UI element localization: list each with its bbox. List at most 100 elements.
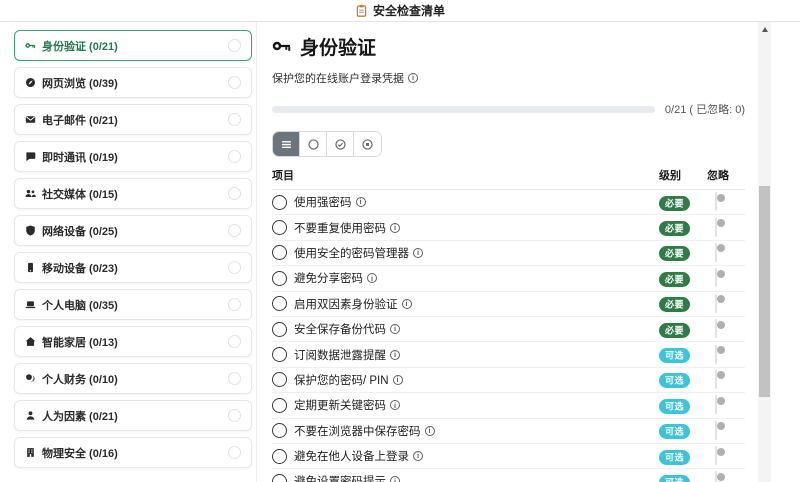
ignore-toggle[interactable] — [715, 446, 725, 466]
sidebar-item-label: 即时通讯 (0/19) — [42, 151, 118, 164]
table-row: 不要在浏览器中保存密码 i 可选 — [272, 419, 745, 444]
info-icon[interactable]: i — [424, 425, 435, 436]
toggle-knob — [716, 371, 725, 380]
toggle-knob — [716, 346, 725, 355]
toggle-knob — [716, 422, 725, 431]
item-level: 可选 — [659, 422, 707, 440]
home-icon — [25, 336, 36, 347]
toggle-knob — [716, 447, 725, 456]
item-checkbox[interactable] — [272, 423, 287, 439]
person-icon — [25, 410, 36, 421]
item-label: 订阅数据泄露提醒 i — [294, 347, 659, 363]
item-checkbox[interactable] — [272, 220, 287, 236]
sidebar-item-0[interactable]: 身份验证 (0/21) — [14, 30, 252, 61]
info-icon[interactable]: i — [413, 451, 423, 462]
item-checkbox[interactable] — [272, 321, 287, 337]
level-badge: 必要 — [659, 322, 691, 338]
sidebar-item-label: 社交媒体 (0/15) — [42, 188, 118, 201]
item-ignore — [707, 420, 745, 440]
column-ignore: 忽略 — [707, 170, 729, 182]
item-checkbox[interactable] — [272, 347, 287, 363]
scroll-up-icon[interactable] — [761, 27, 768, 32]
key-icon — [272, 36, 292, 61]
filter-all-button[interactable] — [273, 132, 300, 156]
sidebar-item-9[interactable]: 个人财务 (0/10) — [14, 363, 252, 394]
page-title: 身份验证 — [300, 37, 377, 59]
ignore-toggle[interactable] — [715, 242, 725, 262]
sidebar-item-8[interactable]: 智能家居 (0/13) — [14, 326, 252, 357]
sidebar-item-5[interactable]: 网络设备 (0/25) — [14, 215, 252, 246]
progress-bar — [272, 105, 655, 113]
item-checkbox[interactable] — [272, 194, 287, 210]
category-progress-circle — [228, 409, 241, 422]
info-icon[interactable]: i — [413, 247, 423, 258]
table-row: 使用强密码 i 必要 — [272, 190, 745, 216]
envelope-icon — [25, 114, 36, 125]
sidebar-item-label: 人为因素 (0/21) — [42, 410, 118, 423]
category-progress-circle — [228, 76, 241, 89]
info-icon[interactable]: i — [390, 222, 400, 233]
sidebar-item-6[interactable]: 移动设备 (0/23) — [14, 252, 252, 283]
sidebar-item-label: 身份验证 (0/21) — [42, 40, 118, 53]
item-checkbox[interactable] — [272, 397, 287, 413]
ignore-toggle[interactable] — [715, 319, 725, 339]
item-checkbox[interactable] — [272, 296, 287, 312]
item-label: 安全保存备份代码 i — [294, 321, 659, 337]
ignore-toggle[interactable] — [715, 471, 725, 482]
scrollbar-thumb[interactable] — [759, 186, 770, 397]
filter-ignored-button[interactable] — [354, 132, 381, 156]
item-label: 定期更新关键密码 i — [294, 397, 659, 413]
category-progress-circle — [228, 372, 241, 385]
users-icon — [25, 188, 36, 199]
info-icon[interactable]: i — [390, 476, 400, 482]
ignore-toggle[interactable] — [715, 420, 725, 440]
ignore-toggle[interactable] — [715, 192, 725, 212]
item-label: 保护您的密码/ PIN i — [294, 372, 659, 388]
info-icon[interactable]: i — [390, 400, 400, 411]
sidebar-item-10[interactable]: 人为因素 (0/21) — [14, 400, 252, 431]
toggle-knob — [716, 396, 725, 405]
sidebar-item-3[interactable]: 即时通讯 (0/19) — [14, 141, 252, 172]
category-progress-circle — [228, 224, 241, 237]
sidebar-item-7[interactable]: 个人电脑 (0/35) — [14, 289, 252, 320]
ignore-toggle[interactable] — [715, 217, 725, 237]
toggle-knob — [716, 193, 725, 202]
ignore-toggle[interactable] — [715, 268, 725, 288]
category-progress-circle — [228, 446, 241, 459]
sidebar-item-2[interactable]: 电子邮件 (0/21) — [14, 104, 252, 135]
info-icon[interactable]: i — [392, 374, 403, 385]
item-ignore — [707, 192, 745, 212]
item-checkbox[interactable] — [272, 245, 287, 261]
filter-done-button[interactable] — [327, 132, 354, 156]
info-icon[interactable]: i — [408, 73, 418, 83]
sidebar-item-label: 物理安全 (0/16) — [42, 447, 118, 460]
info-icon[interactable]: i — [401, 298, 412, 309]
item-checkbox[interactable] — [272, 473, 287, 482]
item-ignore — [707, 242, 745, 262]
level-badge: 必要 — [659, 271, 691, 287]
ignore-toggle[interactable] — [715, 369, 725, 389]
item-level: 必要 — [659, 295, 707, 313]
ignore-toggle[interactable] — [715, 293, 725, 313]
laptop-icon — [25, 299, 36, 310]
subtitle-text: 保护您的在线账户登录凭据 — [272, 73, 404, 85]
ignore-toggle[interactable] — [715, 395, 725, 415]
page-subtitle: 保护您的在线账户登录凭据 i — [272, 70, 745, 86]
level-badge: 可选 — [659, 449, 691, 465]
item-checkbox[interactable] — [272, 372, 287, 388]
sidebar-item-11[interactable]: 物理安全 (0/16) — [14, 437, 252, 468]
mobile-icon — [25, 262, 36, 273]
sidebar-item-4[interactable]: 社交媒体 (0/15) — [14, 178, 252, 209]
scrollbar[interactable] — [758, 22, 771, 482]
item-checkbox[interactable] — [272, 448, 287, 464]
info-icon[interactable]: i — [367, 273, 377, 284]
info-icon[interactable]: i — [390, 324, 400, 335]
sidebar-item-1[interactable]: 网页浏览 (0/39) — [14, 67, 252, 98]
item-checkbox[interactable] — [272, 270, 287, 286]
category-progress-circle — [228, 187, 241, 200]
info-icon[interactable]: i — [355, 197, 366, 208]
info-icon[interactable]: i — [390, 349, 400, 360]
chat-icon — [25, 151, 36, 162]
filter-todo-button[interactable] — [300, 132, 327, 156]
ignore-toggle[interactable] — [715, 344, 725, 364]
